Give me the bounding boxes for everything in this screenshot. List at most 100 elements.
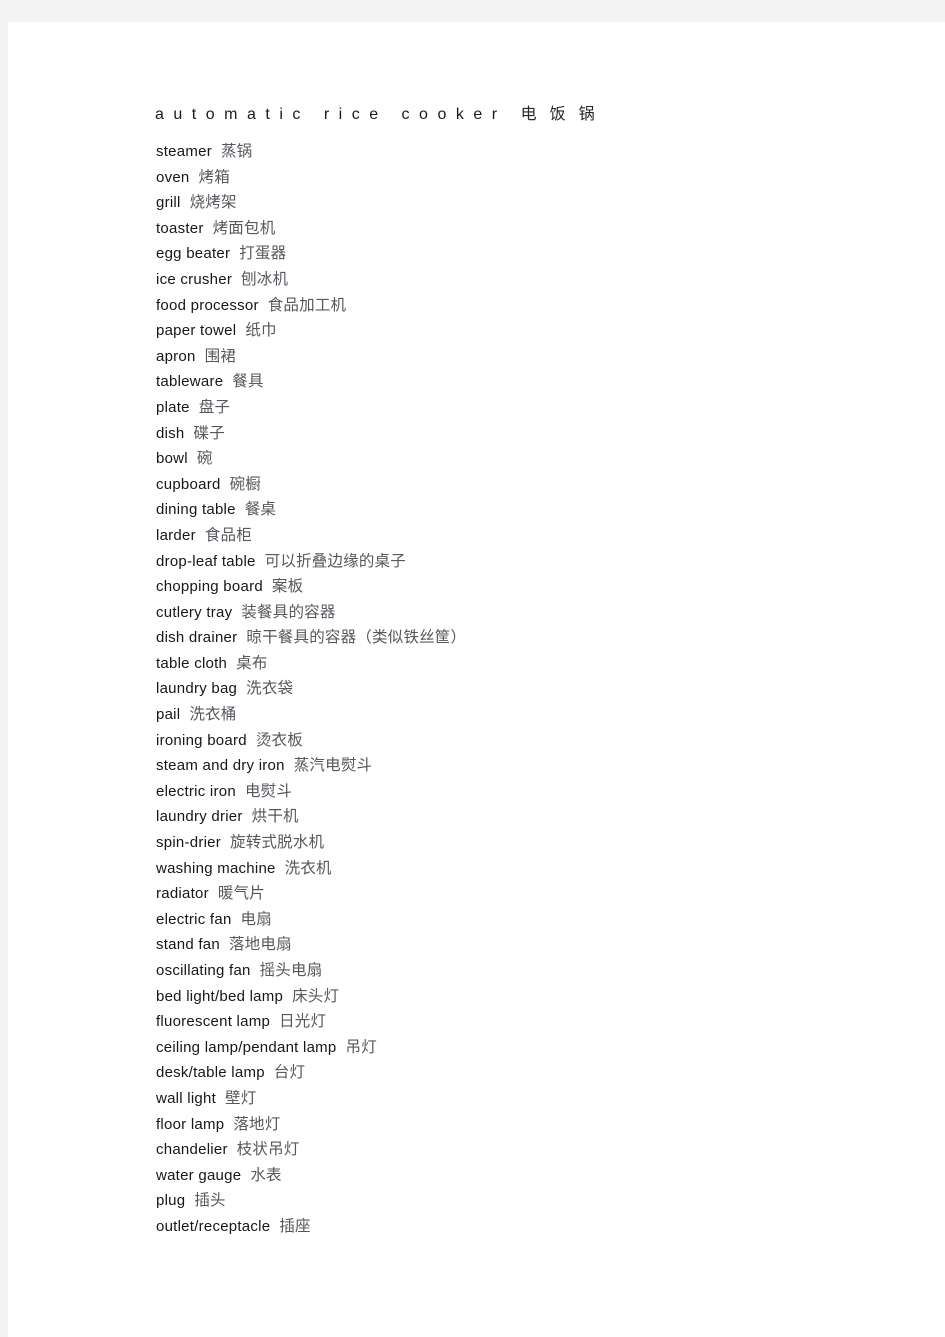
entry-chinese-gloss: 旋转式脱水机 xyxy=(230,833,325,852)
entry-english-term: tableware xyxy=(156,373,224,391)
entry-chinese-gloss: 晾干餐具的容器（类似铁丝筐） xyxy=(246,628,467,647)
vocabulary-entry: water gauge 水表 xyxy=(156,1163,888,1189)
vocabulary-entry: electric iron 电熨斗 xyxy=(156,779,888,805)
entry-chinese-gloss: 打蛋器 xyxy=(239,244,287,263)
vocabulary-entry: bed light/bed lamp 床头灯 xyxy=(156,984,888,1010)
vocabulary-entry: ice crusher 刨冰机 xyxy=(156,267,888,293)
entry-chinese-gloss: 台灯 xyxy=(273,1063,306,1082)
vocabulary-entry: electric fan 电扇 xyxy=(156,907,888,933)
vocabulary-entry: ironing board 烫衣板 xyxy=(156,728,888,754)
entry-chinese-gloss: 日光灯 xyxy=(279,1012,327,1031)
entry-english-term: food processor xyxy=(156,296,259,314)
entry-chinese-gloss: 蒸汽电熨斗 xyxy=(293,756,373,775)
entry-english-term: toaster xyxy=(156,219,204,237)
page-title: automatic rice cooker 电饭锅 xyxy=(148,100,888,129)
vocabulary-entry: oscillating fan 摇头电扇 xyxy=(156,958,888,984)
entry-chinese-gloss: 烘干机 xyxy=(251,807,299,826)
entry-english-term: steamer xyxy=(156,143,212,160)
entry-chinese-gloss: 蒸锅 xyxy=(220,142,253,160)
vocabulary-entry: apron 围裙 xyxy=(156,344,888,370)
vocabulary-entry: outlet/receptacle 插座 xyxy=(156,1214,888,1240)
entry-chinese-gloss: 洗衣机 xyxy=(284,858,332,877)
entry-english-term: chopping board xyxy=(156,578,263,596)
entry-chinese-gloss: 食品柜 xyxy=(204,525,252,544)
page-title-english: automatic rice cooker xyxy=(155,106,507,123)
entry-chinese-gloss: 装餐具的容器 xyxy=(241,602,336,621)
entry-chinese-gloss: 纸巾 xyxy=(245,321,277,340)
entry-chinese-gloss: 落地电扇 xyxy=(228,935,292,954)
document-content: automatic rice cooker 电饭锅 steamer 蒸锅 oven 烤箱… xyxy=(148,100,888,1240)
entry-english-term: ice crusher xyxy=(156,270,233,288)
entry-english-term: dish drainer xyxy=(156,629,238,647)
entry-english-term: cutlery tray xyxy=(156,603,233,621)
entry-chinese-gloss: 落地灯 xyxy=(233,1114,281,1133)
entry-english-term: spin-drier xyxy=(156,834,222,852)
entry-chinese-gloss: 食品加工机 xyxy=(267,295,347,314)
entry-chinese-gloss: 枝状吊灯 xyxy=(236,1140,300,1159)
vocabulary-entry: dish 碟子 xyxy=(156,421,888,447)
vocabulary-entry: steam and dry iron 蒸汽电熨斗 xyxy=(156,753,888,779)
entry-english-term: radiator xyxy=(156,885,209,903)
entry-english-term: water gauge xyxy=(156,1166,242,1184)
entry-english-term: desk/table lamp xyxy=(156,1064,265,1082)
entry-english-term: larder xyxy=(156,526,196,544)
vocabulary-entry: bowl 碗 xyxy=(156,446,888,472)
entry-english-term: steam and dry iron xyxy=(156,757,285,775)
vocabulary-entry: cupboard 碗橱 xyxy=(156,472,888,498)
entry-english-term: dining table xyxy=(156,501,236,519)
entry-english-term: egg beater xyxy=(156,245,231,263)
entry-english-term: laundry drier xyxy=(156,808,243,826)
entry-chinese-gloss: 桌布 xyxy=(236,653,268,672)
entry-english-term: oscillating fan xyxy=(156,962,251,979)
entry-english-term: bed light/bed lamp xyxy=(156,987,284,1005)
entry-english-term: washing machine xyxy=(156,859,276,877)
vocabulary-entry: fluorescent lamp 日光灯 xyxy=(156,1009,888,1035)
vocabulary-entry: larder 食品柜 xyxy=(156,523,888,549)
entry-chinese-gloss: 水表 xyxy=(250,1165,282,1184)
entry-english-term: outlet/receptacle xyxy=(156,1217,271,1235)
vocabulary-entry: egg beater 打蛋器 xyxy=(156,241,888,267)
entry-english-term: grill xyxy=(156,194,181,212)
vocabulary-entry: washing machine 洗衣机 xyxy=(156,856,888,882)
entry-chinese-gloss: 烫衣板 xyxy=(255,730,303,749)
entry-english-term: dish xyxy=(156,424,185,442)
entry-english-term: cupboard xyxy=(156,475,221,493)
entry-english-term: ceiling lamp/pendant lamp xyxy=(156,1038,337,1056)
entry-english-term: bowl xyxy=(156,450,188,468)
vocabulary-entry: drop-leaf table 可以折叠边缘的桌子 xyxy=(156,549,888,575)
vocabulary-entry: laundry drier 烘干机 xyxy=(156,804,888,830)
entry-chinese-gloss: 电熨斗 xyxy=(244,781,293,800)
page-title-chinese: 电饭锅 xyxy=(520,104,608,123)
vocabulary-entry: stand fan 落地电扇 xyxy=(156,932,888,958)
vocabulary-entry: dish drainer 晾干餐具的容器（类似铁丝筐） xyxy=(156,625,888,651)
vocabulary-entry: chandelier 枝状吊灯 xyxy=(156,1137,888,1163)
entry-chinese-gloss: 吊灯 xyxy=(345,1037,377,1056)
entry-chinese-gloss: 摇头电扇 xyxy=(259,961,323,979)
entry-english-term: plate xyxy=(156,398,190,416)
entry-english-term: fluorescent lamp xyxy=(156,1013,271,1031)
entry-english-term: pail xyxy=(156,706,181,724)
vocabulary-entry: paper towel 纸巾 xyxy=(156,318,888,344)
entry-chinese-gloss: 插座 xyxy=(279,1216,311,1235)
vocabulary-list: steamer 蒸锅 oven 烤箱 grill 烧烤架 toaster 烤面包机 egg be… xyxy=(148,139,888,1240)
vocabulary-entry: cutlery tray 装餐具的容器 xyxy=(156,600,888,626)
entry-english-term: oven xyxy=(156,168,190,186)
entry-english-term: table cloth xyxy=(156,654,228,672)
vocabulary-entry: laundry bag 洗衣袋 xyxy=(156,676,888,702)
entry-english-term: apron xyxy=(156,347,196,365)
entry-chinese-gloss: 碗 xyxy=(196,449,213,468)
entry-english-term: floor lamp xyxy=(156,1115,225,1133)
entry-chinese-gloss: 盘子 xyxy=(198,397,231,416)
entry-chinese-gloss: 碗橱 xyxy=(229,474,261,493)
entry-chinese-gloss: 洗衣桶 xyxy=(189,705,237,724)
vocabulary-entry: floor lamp 落地灯 xyxy=(156,1112,888,1138)
entry-english-term: plug xyxy=(156,1192,186,1210)
entry-chinese-gloss: 洗衣袋 xyxy=(246,679,294,698)
entry-chinese-gloss: 床头灯 xyxy=(292,986,340,1005)
vocabulary-entry: pail 洗衣桶 xyxy=(156,702,888,728)
entry-english-term: wall light xyxy=(156,1089,217,1107)
entry-chinese-gloss: 暖气片 xyxy=(217,884,265,903)
vocabulary-entry: steamer 蒸锅 xyxy=(156,139,888,165)
vocabulary-entry: toaster 烤面包机 xyxy=(156,216,888,242)
vocabulary-entry: oven 烤箱 xyxy=(156,165,888,191)
